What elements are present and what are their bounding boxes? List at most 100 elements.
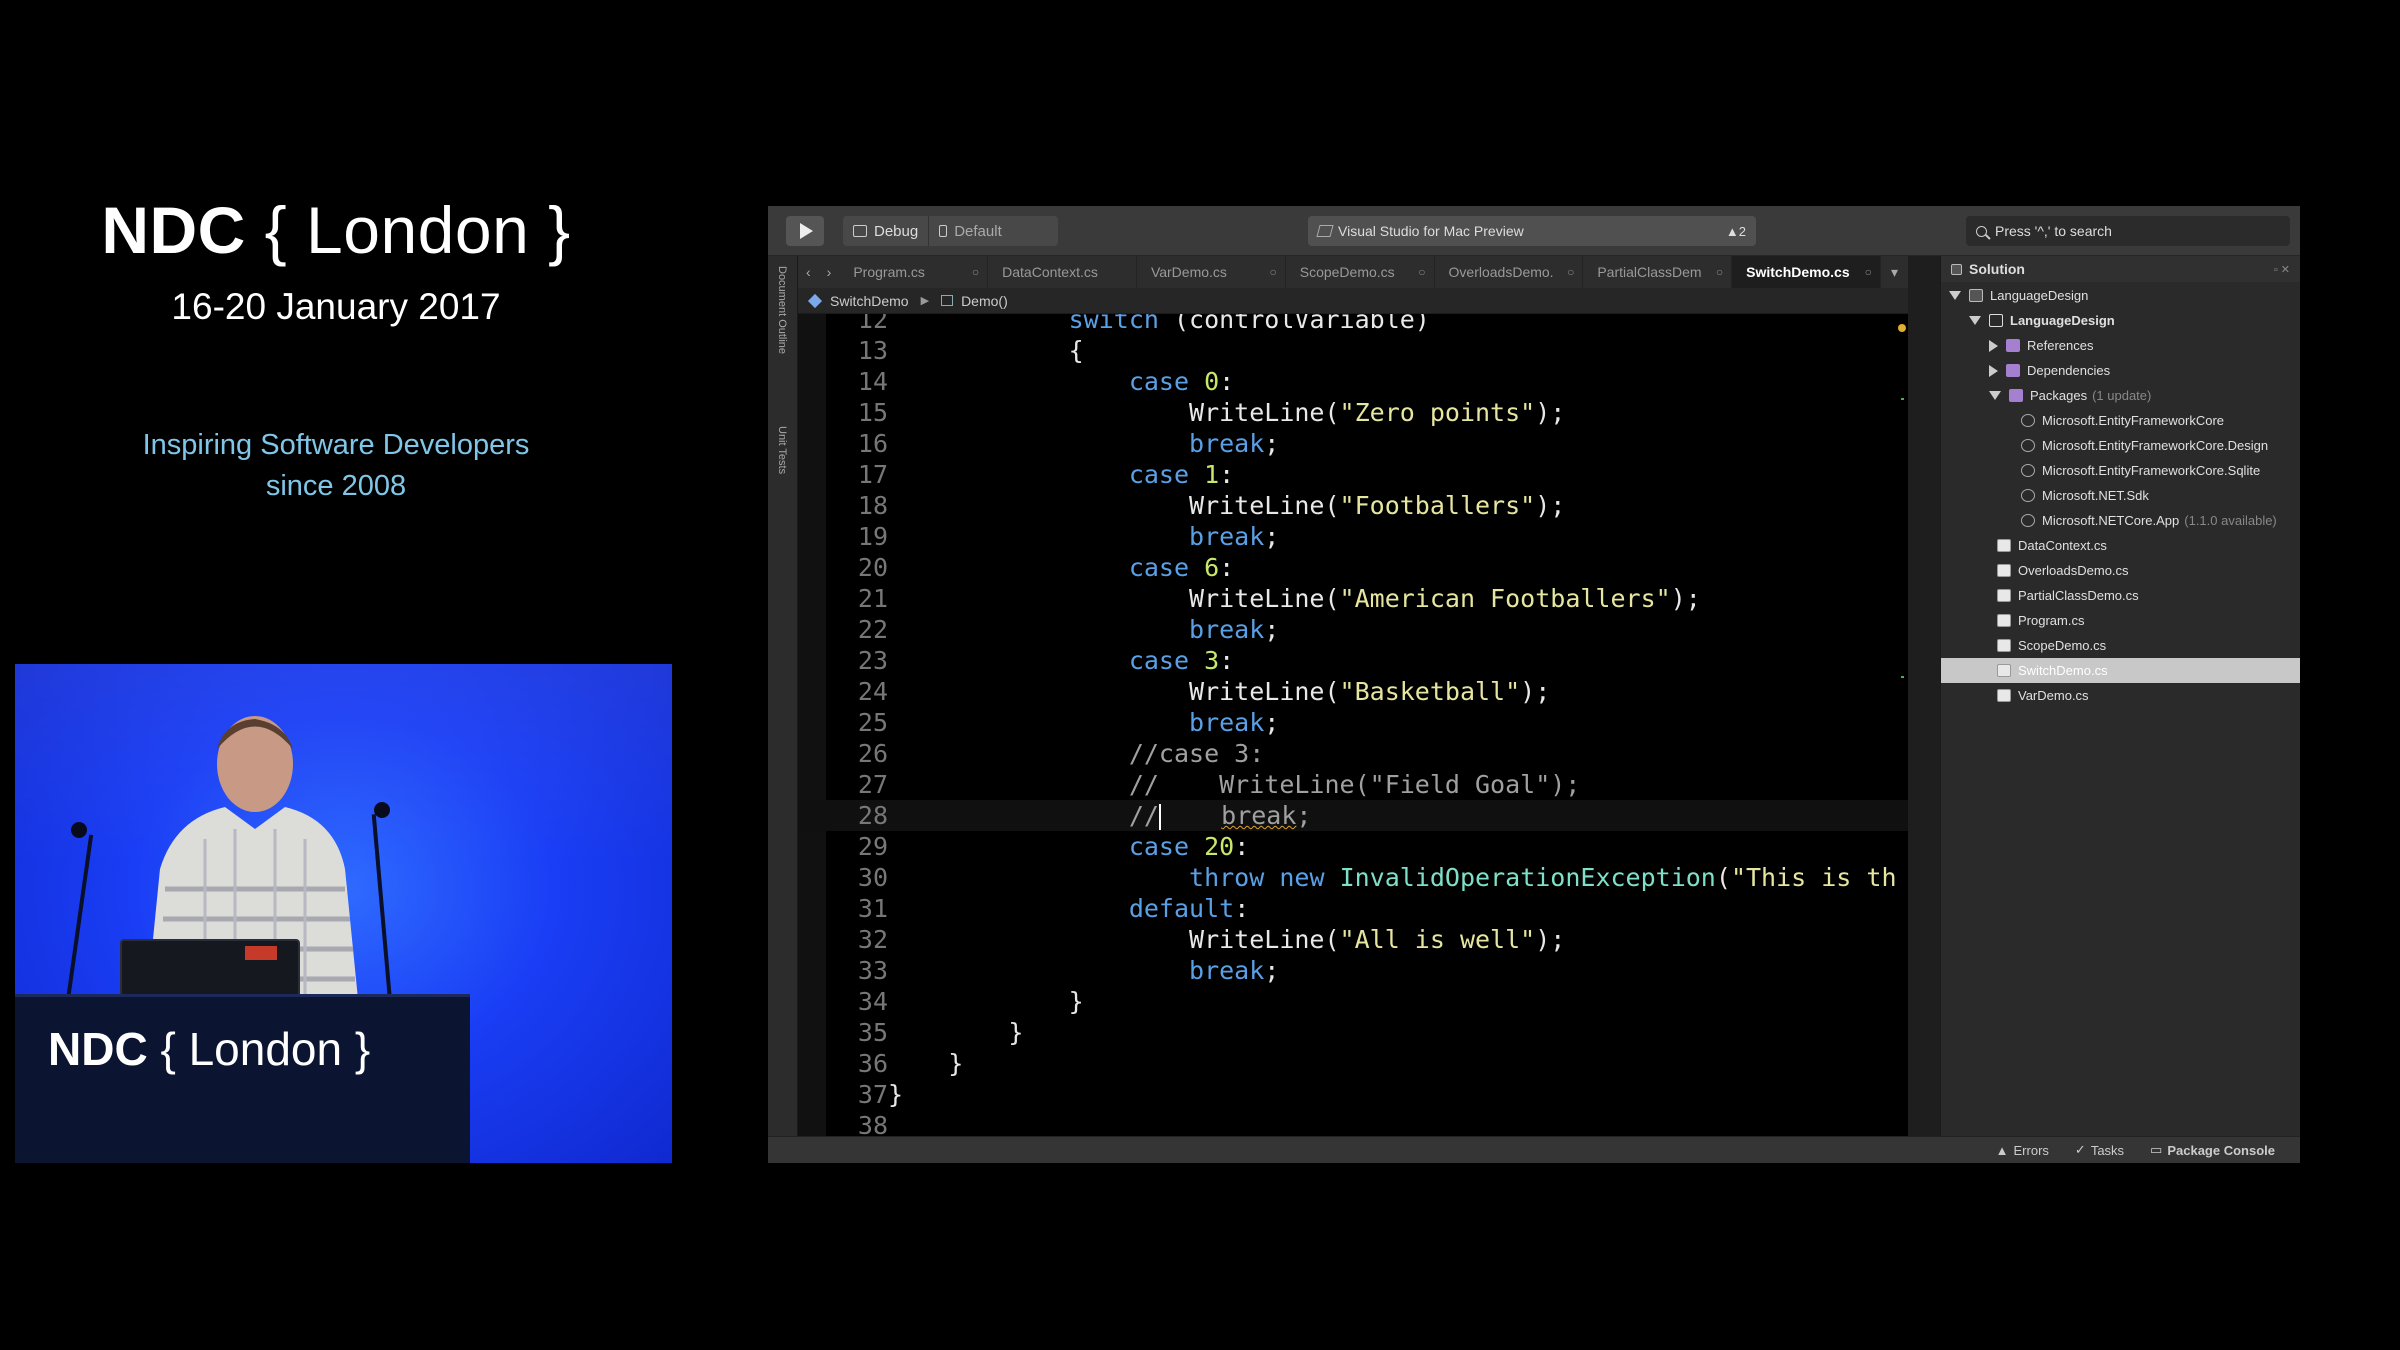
code-line[interactable]: 26 //case 3: bbox=[798, 738, 1908, 769]
code-line[interactable]: 35 } bbox=[798, 1017, 1908, 1048]
code-line[interactable]: 19 break; bbox=[798, 521, 1908, 552]
solution-tree-item[interactable]: Microsoft.NET.Sdk bbox=[1941, 483, 2300, 508]
code-line[interactable]: 33 break; bbox=[798, 955, 1908, 986]
pad-controls[interactable]: ▫ ✕ bbox=[2274, 263, 2290, 276]
chevron-down-icon[interactable] bbox=[1969, 316, 1981, 325]
code-line[interactable]: 27 // WriteLine("Field Goal"); bbox=[798, 769, 1908, 800]
status-bar[interactable]: Visual Studio for Mac Preview ▲2 bbox=[1308, 216, 1756, 246]
solution-tree-item[interactable]: Program.cs bbox=[1941, 608, 2300, 633]
run-target-dropdown[interactable]: Default bbox=[928, 216, 1012, 246]
solution-tree-item[interactable]: VarDemo.cs bbox=[1941, 683, 2300, 708]
tab-forward-button[interactable]: › bbox=[819, 256, 840, 288]
code-line[interactable]: 34 } bbox=[798, 986, 1908, 1017]
solution-tree-item[interactable]: Microsoft.NETCore.App (1.1.0 available) bbox=[1941, 508, 2300, 533]
solution-tree-item[interactable]: Dependencies bbox=[1941, 358, 2300, 383]
document-outline-pad[interactable]: Document Outline bbox=[776, 266, 788, 354]
tasks-pad-button[interactable]: ✓ Tasks bbox=[2075, 1142, 2124, 1158]
code-line[interactable]: 22 break; bbox=[798, 614, 1908, 645]
code-line[interactable]: 28 // break; bbox=[798, 800, 1908, 831]
code-token: InvalidOperationException bbox=[1339, 863, 1716, 892]
solution-tree-item[interactable]: Microsoft.EntityFrameworkCore bbox=[1941, 408, 2300, 433]
code-line[interactable]: 30 throw new InvalidOperationException("… bbox=[798, 862, 1908, 893]
code-editor[interactable]: 12 switch (controlVariable) 13 {14 case 0… bbox=[798, 314, 1908, 1136]
close-icon[interactable]: ○ bbox=[1269, 265, 1276, 279]
global-search[interactable]: Press '^,' to search bbox=[1966, 216, 2290, 246]
code-line[interactable]: 23 case 3: bbox=[798, 645, 1908, 676]
tab-partialclassdemo[interactable]: PartialClassDem ○ bbox=[1583, 256, 1733, 288]
code-token: } bbox=[888, 1018, 1024, 1047]
solution-tree-item[interactable]: Packages (1 update) bbox=[1941, 383, 2300, 408]
tab-switchdemo[interactable]: SwitchDemo.cs ○ bbox=[1732, 256, 1881, 288]
code-line[interactable]: 36 } bbox=[798, 1048, 1908, 1079]
solution-tree-item[interactable]: DataContext.cs bbox=[1941, 533, 2300, 558]
code-token: WriteLine( bbox=[888, 398, 1340, 427]
tab-overloadsdemo[interactable]: OverloadsDemo. ○ bbox=[1435, 256, 1584, 288]
code-token: 0 bbox=[1204, 367, 1220, 396]
tab-datacontext[interactable]: DataContext.cs bbox=[988, 256, 1137, 288]
tab-vardemo[interactable]: VarDemo.cs ○ bbox=[1137, 256, 1286, 288]
package-console-button[interactable]: ▭ Package Console bbox=[2150, 1142, 2275, 1158]
solution-tree-item[interactable]: LanguageDesign bbox=[1941, 308, 2300, 333]
code-line[interactable]: 18 WriteLine("Footballers"); bbox=[798, 490, 1908, 521]
errors-pad-button[interactable]: ▲ Errors bbox=[1996, 1143, 2049, 1158]
code-line[interactable]: 25 break; bbox=[798, 707, 1908, 738]
tab-overflow-button[interactable]: ▾ bbox=[1881, 256, 1908, 288]
code-line[interactable]: 32 WriteLine("All is well"); bbox=[798, 924, 1908, 955]
code-token: case bbox=[1128, 553, 1190, 582]
chevron-right-icon[interactable] bbox=[1989, 339, 1998, 352]
close-icon[interactable]: ○ bbox=[1865, 265, 1872, 279]
warnings-badge[interactable]: ▲2 bbox=[1726, 224, 1746, 239]
code-line[interactable]: 17 case 1: bbox=[798, 459, 1908, 490]
code-line[interactable]: 13 { bbox=[798, 335, 1908, 366]
tab-back-button[interactable]: ‹ bbox=[798, 256, 819, 288]
code-line[interactable]: 24 WriteLine("Basketball"); bbox=[798, 676, 1908, 707]
code-line[interactable]: 37} bbox=[798, 1079, 1908, 1110]
run-button[interactable] bbox=[786, 216, 824, 246]
close-icon[interactable]: ○ bbox=[972, 265, 979, 279]
close-icon[interactable]: ○ bbox=[1418, 265, 1425, 279]
solution-tree-item[interactable]: ScopeDemo.cs bbox=[1941, 633, 2300, 658]
breadcrumb-method[interactable]: Demo() bbox=[961, 293, 1008, 309]
unit-tests-pad[interactable]: Unit Tests bbox=[776, 426, 788, 474]
code-token: case bbox=[1128, 832, 1190, 861]
code-line[interactable]: 29 case 20: bbox=[798, 831, 1908, 862]
chevron-down-icon[interactable] bbox=[1989, 391, 2001, 400]
configuration-selector[interactable]: Debug Default bbox=[843, 216, 1058, 246]
close-icon[interactable]: ○ bbox=[1716, 265, 1723, 279]
warning-icon: ▲ bbox=[1995, 1142, 2009, 1158]
tab-program[interactable]: Program.cs ○ bbox=[839, 256, 989, 288]
chevron-right-icon: ▶ bbox=[920, 295, 930, 307]
code-line[interactable]: 31 default: bbox=[798, 893, 1908, 924]
code-line[interactable]: 38 bbox=[798, 1110, 1908, 1136]
code-line[interactable]: 21 WriteLine("American Footballers"); bbox=[798, 583, 1908, 614]
code-token: 3 bbox=[1204, 646, 1220, 675]
code-line[interactable]: 16 break; bbox=[798, 428, 1908, 459]
code-line[interactable]: 15 WriteLine("Zero points"); bbox=[798, 397, 1908, 428]
tab-scopedemo[interactable]: ScopeDemo.cs ○ bbox=[1286, 256, 1435, 288]
code-line[interactable]: 12 switch (controlVariable) bbox=[798, 314, 1908, 335]
code-line[interactable]: 14 case 0: bbox=[798, 366, 1908, 397]
code-token: WriteLine( bbox=[888, 491, 1340, 520]
line-number: 24 bbox=[857, 677, 888, 706]
status-text: Visual Studio for Mac Preview bbox=[1338, 223, 1524, 239]
close-icon[interactable]: ○ bbox=[1567, 265, 1574, 279]
code-token: ); bbox=[1520, 677, 1551, 706]
solution-tree-item[interactable]: Microsoft.EntityFrameworkCore.Design bbox=[1941, 433, 2300, 458]
solution-tree-item[interactable]: PartialClassDemo.cs bbox=[1941, 583, 2300, 608]
solution-icon bbox=[1951, 263, 1962, 275]
chevron-right-icon[interactable] bbox=[1989, 364, 1998, 377]
solution-tree-item[interactable]: References bbox=[1941, 333, 2300, 358]
solution-tree-item[interactable]: Microsoft.EntityFrameworkCore.Sqlite bbox=[1941, 458, 2300, 483]
code-line[interactable]: 20 case 6: bbox=[798, 552, 1908, 583]
solution-tree-item[interactable]: OverloadsDemo.cs bbox=[1941, 558, 2300, 583]
tree-item-label: LanguageDesign bbox=[1990, 288, 2089, 303]
code-text: break; bbox=[888, 521, 1279, 552]
code-text: case 0: bbox=[888, 366, 1234, 397]
line-number: 23 bbox=[857, 646, 888, 675]
build-config-dropdown[interactable]: Debug bbox=[843, 216, 928, 246]
solution-tree-item[interactable]: SwitchDemo.cs bbox=[1941, 658, 2300, 683]
chevron-down-icon[interactable] bbox=[1949, 291, 1961, 300]
solution-tree-item[interactable]: LanguageDesign bbox=[1941, 283, 2300, 308]
breadcrumb-class[interactable]: SwitchDemo bbox=[830, 293, 909, 309]
